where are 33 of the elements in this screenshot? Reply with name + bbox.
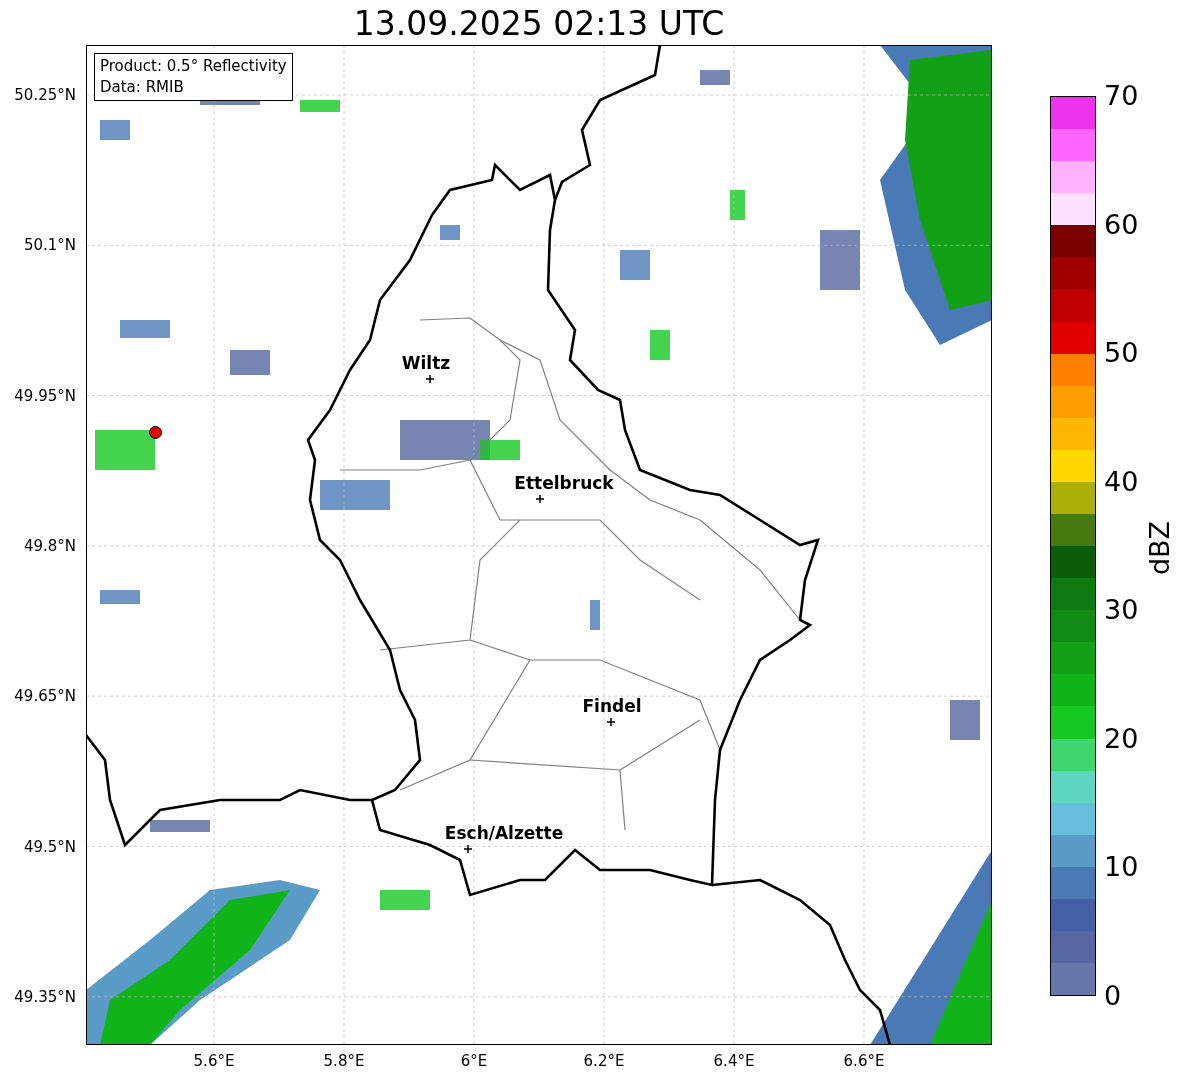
- latitude-label: 50.1°N: [23, 236, 76, 255]
- latitude-label: 49.8°N: [23, 536, 76, 555]
- scale-tick-label: 40: [1104, 466, 1139, 497]
- scale-tick-label: 70: [1104, 81, 1139, 111]
- latitude-label: 49.5°N: [23, 837, 76, 856]
- scale-tick-label: 20: [1104, 723, 1139, 754]
- longitude-label: 6.2°E: [583, 1052, 625, 1070]
- scale-unit-label: dBZ: [1145, 520, 1175, 576]
- latitude-label: 49.35°N: [14, 987, 76, 1006]
- scale-tick-label: 50: [1104, 338, 1139, 369]
- longitude-label: 5.6°E: [193, 1052, 235, 1070]
- city-label: Ettelbruck: [514, 474, 614, 492]
- cross-icon: [607, 718, 615, 726]
- longitude-label: 5.8°E: [323, 1052, 365, 1070]
- city-label: Esch/Alzette: [444, 824, 564, 842]
- latitude-label: 50.25°N: [14, 86, 76, 104]
- longitude-label: 6.4°E: [713, 1052, 755, 1070]
- info-text: Product: 0.5° Reflectivity: [100, 56, 287, 77]
- latitude-label: 49.95°N: [14, 386, 76, 405]
- scale-tick-label: 60: [1104, 209, 1139, 240]
- cross-icon: [426, 375, 434, 383]
- scale-tick-label: 0: [1104, 981, 1122, 1011]
- city-label: Wiltz: [401, 354, 451, 372]
- longitude-label: 6°E: [460, 1052, 488, 1070]
- latitude-label: 49.65°N: [14, 687, 76, 706]
- cross-icon: [464, 845, 472, 853]
- scale-tick-label: 30: [1104, 595, 1139, 626]
- cross-icon: [536, 495, 544, 503]
- longitude-label: 6.6°E: [843, 1052, 885, 1070]
- info-text: Data: RMIB: [100, 77, 185, 98]
- chart-title: 13.09.2025 02:13 UTC: [352, 4, 726, 44]
- city-label: Findel: [582, 697, 642, 715]
- scale-tick-label: 10: [1104, 852, 1139, 883]
